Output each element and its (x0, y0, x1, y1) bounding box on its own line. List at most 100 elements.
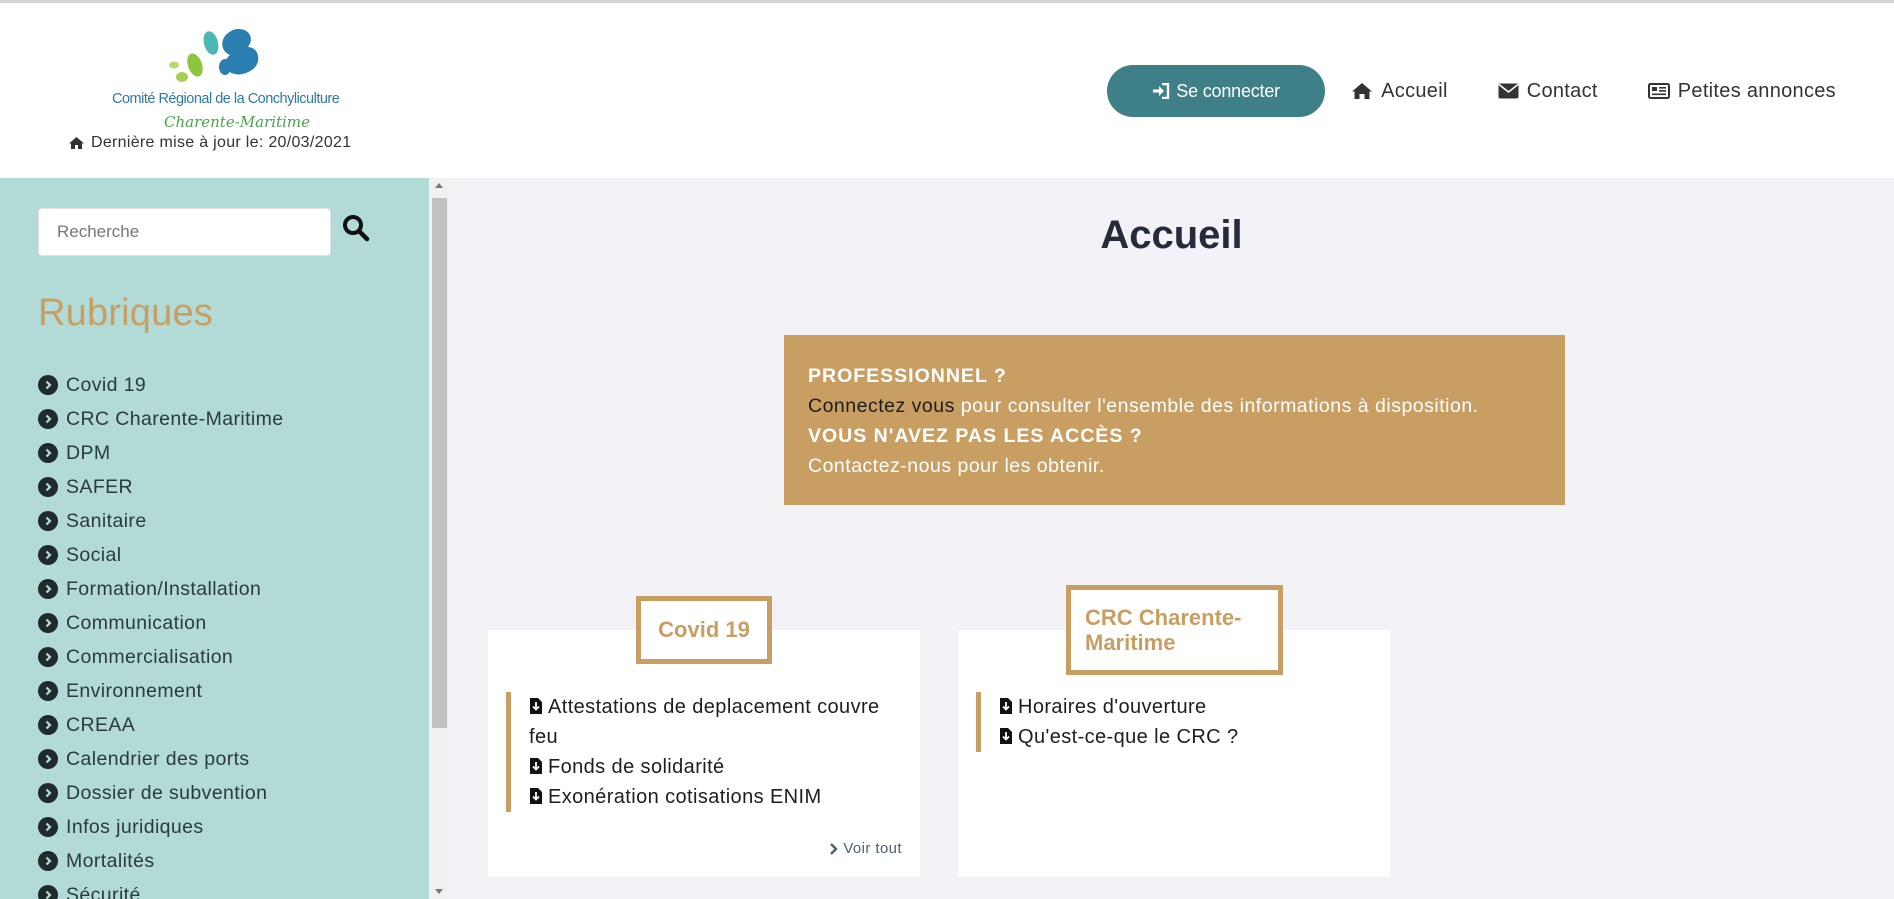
rubriques-menu: Covid 19 CRC Charente-Maritime DPM SAFER San… (38, 368, 284, 899)
sidebar-item[interactable]: CREAA (38, 708, 284, 742)
sidebar-item[interactable]: SAFER (38, 470, 284, 504)
search-input[interactable] (39, 209, 330, 255)
sidebar-item-label: Calendrier des ports (66, 747, 250, 770)
chevron-circle-right-icon (38, 545, 58, 565)
sidebar-item-label: SAFER (66, 475, 134, 498)
sidebar-item-label: CRC Charente-Maritime (66, 407, 284, 430)
sidebar-item-label: Mortalités (66, 849, 155, 872)
login-button-label: Se connecter (1176, 80, 1280, 101)
sidebar-item-label: Sécurité (66, 883, 141, 899)
chevron-circle-right-icon (38, 783, 58, 803)
chevron-circle-right-icon (38, 749, 58, 769)
newspaper-icon (1647, 83, 1670, 99)
main-nav: Se connecter Accueil Contact Petites ann… (1107, 65, 1836, 117)
file-download-icon (1000, 728, 1012, 744)
sidebar-item[interactable]: Mortalités (38, 844, 284, 878)
sidebar-item-label: Infos juridiques (66, 815, 204, 838)
logo-splash-icon (169, 28, 259, 82)
promo-connect-text: pour consulter l'ensemble des informatio… (954, 395, 1479, 417)
document-link-label: Attestations de deplacement couvre feu (529, 696, 880, 748)
card-title[interactable]: Covid 19 (636, 596, 772, 664)
chevron-circle-right-icon (38, 715, 58, 735)
chevron-circle-right-icon (38, 647, 58, 667)
last-update: Dernière mise à jour le: 20/03/2021 (68, 134, 351, 152)
sidebar-item-label: Sanitaire (66, 509, 147, 532)
promo-contact-text[interactable]: Contactez-nous pour les obtenir. (808, 451, 1541, 481)
search-field[interactable] (38, 208, 331, 256)
sidebar-item-label: Covid 19 (66, 373, 147, 396)
sidebar-item[interactable]: Sécurité (38, 878, 284, 899)
nav-contact-label: Contact (1526, 79, 1598, 102)
sidebar-item[interactable]: Communication (38, 606, 284, 640)
see-all-label: Voir tout (843, 840, 902, 857)
card-document-list: Attestations de deplacement couvre feu Fo… (506, 692, 901, 812)
sidebar-item[interactable]: DPM (38, 436, 284, 470)
sidebar-item[interactable]: Social (38, 538, 284, 572)
scrollbar-thumb[interactable] (432, 198, 447, 728)
file-download-icon (530, 698, 542, 714)
scroll-down-arrow-icon[interactable] (435, 889, 443, 894)
sidebar-item-label: Social (66, 543, 122, 566)
chevron-circle-right-icon (38, 375, 58, 395)
promo-connect-link[interactable]: Connectez vous (808, 395, 955, 417)
sidebar-item-label: Dossier de subvention (66, 781, 268, 804)
nav-home-label: Accueil (1381, 79, 1448, 102)
last-update-text: Dernière mise à jour le: 20/03/2021 (91, 134, 352, 151)
document-link-label: Horaires d'ouverture (1018, 696, 1207, 718)
promo-question-pro: PROFESSIONNEL ? (808, 365, 1007, 387)
document-link[interactable]: Fonds de solidarité (529, 752, 901, 782)
chevron-circle-right-icon (38, 681, 58, 701)
main-content: Accueil PROFESSIONNEL ? Connectez vous p… (449, 178, 1894, 899)
sidebar-scrollbar[interactable] (429, 178, 449, 899)
site-logo[interactable]: Comité Régional de la Conchyliculture Ch… (108, 25, 348, 135)
sidebar-item-label: DPM (66, 441, 111, 464)
sidebar-item[interactable]: CRC Charente-Maritime (38, 402, 284, 436)
document-link-label: Qu'est-ce-que le CRC ? (1018, 726, 1239, 748)
document-link[interactable]: Horaires d'ouverture (999, 692, 1371, 722)
chevron-circle-right-icon (38, 817, 58, 837)
sign-in-icon (1153, 83, 1170, 99)
chevron-circle-right-icon (38, 477, 58, 497)
envelope-icon (1498, 83, 1519, 99)
logo-text-name: Comité Régional de la Conchyliculture (112, 91, 340, 107)
nav-contact[interactable]: Contact (1498, 80, 1598, 103)
chevron-circle-right-icon (38, 409, 58, 429)
card-title[interactable]: CRC Charente-Maritime (1066, 585, 1283, 675)
chevron-circle-right-icon (38, 851, 58, 871)
chevron-circle-right-icon (38, 443, 58, 463)
nav-classifieds[interactable]: Petites annonces (1647, 80, 1836, 103)
document-link[interactable]: Qu'est-ce-que le CRC ? (999, 722, 1371, 752)
document-link-label: Exonération cotisations ENIM (548, 786, 822, 808)
see-all-link[interactable]: Voir tout (829, 840, 902, 857)
login-button[interactable]: Se connecter (1107, 65, 1326, 117)
home-icon (1352, 83, 1373, 99)
scroll-up-arrow-icon[interactable] (435, 183, 443, 188)
login-promo-box: PROFESSIONNEL ? Connectez vous pour cons… (784, 335, 1565, 505)
sidebar-item[interactable]: Infos juridiques (38, 810, 284, 844)
search-icon (343, 215, 370, 242)
sidebar-item[interactable]: Covid 19 (38, 368, 284, 402)
page-title: Accueil (1100, 213, 1243, 257)
category-card-covid: Covid 19 Attestations de deplacement cou… (488, 596, 920, 877)
chevron-right-icon (830, 842, 839, 855)
sidebar-item[interactable]: Environnement (38, 674, 284, 708)
file-download-icon (530, 758, 542, 774)
sidebar-item[interactable]: Calendrier des ports (38, 742, 284, 776)
sidebar-item-label: Environnement (66, 679, 203, 702)
sidebar-item[interactable]: Dossier de subvention (38, 776, 284, 810)
logo-text-region: Charente-Maritime (164, 113, 310, 131)
sidebar-item[interactable]: Commercialisation (38, 640, 284, 674)
sidebar-item-label: CREAA (66, 713, 136, 736)
document-link[interactable]: Attestations de deplacement couvre feu (529, 692, 901, 752)
promo-question-access: VOUS N'AVEZ PAS LES ACCÈS ? (808, 425, 1143, 447)
card-document-list: Horaires d'ouverture Qu'est-ce-que le CRC… (976, 692, 1371, 752)
category-card-crc: CRC Charente-Maritime Horaires d'ouvertu… (958, 585, 1390, 877)
document-link[interactable]: Exonération cotisations ENIM (529, 782, 901, 812)
sidebar: Rubriques Covid 19 CRC Charente-Maritime D… (0, 178, 430, 899)
chevron-circle-right-icon (38, 579, 58, 599)
sidebar-item-label: Commercialisation (66, 645, 234, 668)
sidebar-item[interactable]: Sanitaire (38, 504, 284, 538)
nav-home[interactable]: Accueil (1351, 80, 1448, 103)
sidebar-item[interactable]: Formation/Installation (38, 572, 284, 606)
search-button[interactable] (342, 214, 374, 246)
